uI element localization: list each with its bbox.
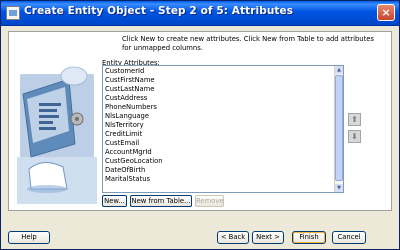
attribute-list-item[interactable]: CustomerId	[103, 67, 334, 76]
scroll-thumb[interactable]	[335, 75, 343, 181]
content-panel: Click New to create new attributes. Clic…	[8, 31, 392, 211]
remove-button: Remove	[195, 195, 224, 207]
attribute-list-item[interactable]: NlsTerritory	[103, 121, 334, 130]
list-scrollbar[interactable]: ▲ ▼	[334, 66, 343, 192]
attribute-list-item[interactable]: CreditLimit	[103, 130, 334, 139]
move-down-button[interactable]: ⬇	[348, 130, 361, 143]
back-button[interactable]: < Back	[217, 231, 249, 244]
scroll-up-arrow-icon[interactable]: ▲	[335, 66, 343, 74]
wizard-illustration	[17, 39, 97, 204]
instructions-text: Click New to create new attributes. Clic…	[122, 35, 374, 52]
attribute-list-item[interactable]: CustFirstName	[103, 76, 334, 85]
window-title: Create Entity Object - Step 2 of 5: Attr…	[24, 5, 294, 17]
scroll-down-arrow-icon[interactable]: ▼	[335, 184, 343, 192]
finish-button[interactable]: Finish	[292, 231, 326, 244]
attribute-list-item[interactable]: CustAddress	[103, 94, 334, 103]
attribute-list-item[interactable]: CustGeoLocation	[103, 157, 334, 166]
cancel-button[interactable]: Cancel	[332, 231, 366, 244]
attribute-list-item[interactable]: MaritalStatus	[103, 175, 334, 184]
new-button[interactable]: New...	[102, 195, 127, 207]
attribute-list-item[interactable]: CustLastName	[103, 85, 334, 94]
title-bar[interactable]: Create Entity Object - Step 2 of 5: Attr…	[1, 1, 399, 26]
attribute-list-item[interactable]: AccountMgrId	[103, 148, 334, 157]
help-button[interactable]: Help	[8, 231, 50, 244]
attribute-list-item[interactable]: PhoneNumbers	[103, 103, 334, 112]
attributes-list[interactable]: CustomerId CustFirstName CustLastName CustA…	[102, 65, 344, 193]
app-icon	[6, 6, 20, 20]
attribute-list-item[interactable]: CustEmail	[103, 139, 334, 148]
move-up-button[interactable]: ⬆	[348, 113, 361, 126]
attribute-list-item[interactable]: NlsLanguage	[103, 112, 334, 121]
close-button[interactable]: ×	[377, 4, 395, 21]
attribute-list-item[interactable]: DateOfBirth	[103, 166, 334, 175]
dialog-window: Create Entity Object - Step 2 of 5: Attr…	[0, 0, 400, 250]
next-button[interactable]: Next >	[252, 231, 284, 244]
new-from-table-button[interactable]: New from Table...	[130, 195, 192, 207]
